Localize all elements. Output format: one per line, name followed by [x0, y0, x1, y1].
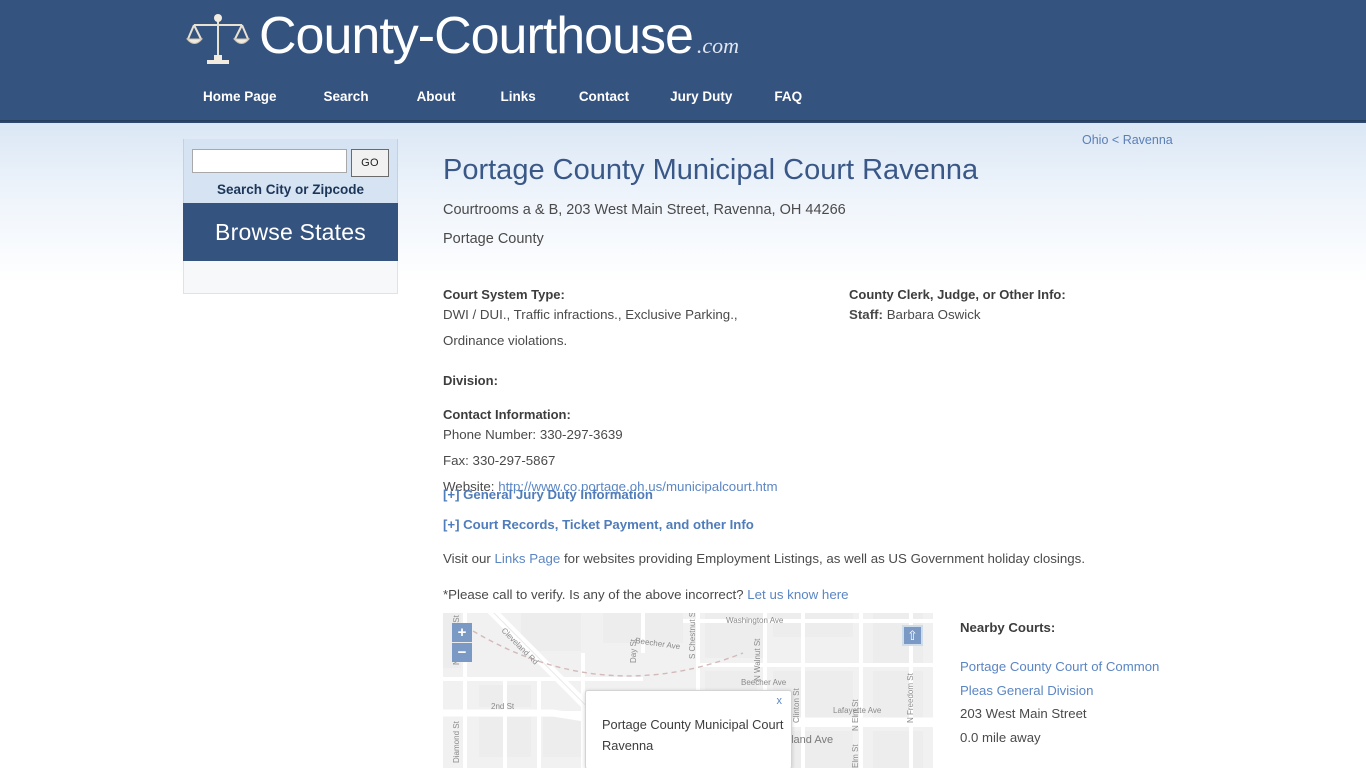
- verify-note: *Please call to verify. Is any of the ab…: [443, 587, 849, 602]
- court-county: Portage County: [443, 231, 544, 247]
- breadcrumb-state[interactable]: Ohio: [1082, 133, 1108, 147]
- map-zoom-in-button[interactable]: +: [452, 623, 472, 643]
- svg-text:Day St: Day St: [629, 638, 638, 663]
- nav-item-about[interactable]: About: [417, 89, 456, 104]
- let-us-know-here-link[interactable]: Let us know here: [747, 587, 848, 602]
- location-map[interactable]: N Diamond St Diamond St Cleveland Rd 2nd…: [443, 613, 933, 768]
- phone-number: Phone Number: 330-297-3639: [443, 427, 623, 442]
- court-system-type-label: Court System Type:: [443, 287, 565, 302]
- staff-row: Staff: Barbara Oswick: [849, 305, 1179, 325]
- clerk-judge-label: County Clerk, Judge, or Other Info:: [849, 287, 1066, 302]
- svg-text:Elm St: Elm St: [851, 744, 860, 768]
- court-details-left: Court System Type: DWI / DUI., Traffic i…: [443, 285, 843, 497]
- nearby-court-link-line-1[interactable]: Portage County Court of Common: [960, 655, 1220, 679]
- visit-suffix: for websites providing Employment Listin…: [560, 551, 1086, 566]
- main-navigation: Home Page Search About Links Contact Jury Dut…: [203, 88, 802, 118]
- nav-item-home-page[interactable]: Home Page: [203, 89, 277, 104]
- popup-line-2: Ravenna: [602, 738, 654, 753]
- search-row: GO: [192, 149, 389, 177]
- breadcrumb: Ohio < Ravenna: [1082, 133, 1173, 147]
- nearby-court-link-clipped[interactable]: Portage County Juvenile Court: [960, 769, 1220, 775]
- nearby-court-item: Portage County Court of Common Pleas Gen…: [960, 655, 1220, 749]
- sidebar: GO Search City or Zipcode Browse States: [183, 139, 398, 294]
- map-zoom-out-button[interactable]: −: [452, 643, 472, 662]
- sidebar-empty-panel: [183, 261, 398, 294]
- brand-suffix: .com: [696, 33, 740, 58]
- links-page-link[interactable]: Links Page: [495, 551, 561, 566]
- scales-of-justice-icon: [185, 12, 251, 70]
- breadcrumb-separator: <: [1111, 133, 1120, 147]
- popup-close-icon[interactable]: x: [777, 695, 783, 707]
- nearby-court-address: 203 West Main Street: [960, 706, 1087, 721]
- expander-court-records-ticket-payment[interactable]: [+] Court Records, Ticket Payment, and o…: [443, 517, 754, 532]
- court-system-type-line-1: DWI / DUI., Traffic infractions., Exclus…: [443, 307, 738, 322]
- division-label: Division:: [443, 373, 498, 388]
- svg-text:Washington Ave: Washington Ave: [726, 616, 784, 625]
- site-logo[interactable]: County-Courthouse .com: [185, 6, 739, 76]
- popup-line-1: Portage County Municipal Court: [602, 717, 784, 732]
- browse-states-button[interactable]: Browse States: [183, 203, 398, 261]
- nav-item-jury-duty[interactable]: Jury Duty: [670, 89, 732, 104]
- court-address: Courtrooms a & B, 203 West Main Street, …: [443, 202, 846, 218]
- visit-prefix: Visit our: [443, 551, 495, 566]
- nearby-courts-title: Nearby Courts:: [960, 620, 1056, 635]
- svg-text:Clinton St: Clinton St: [792, 688, 801, 723]
- brand-name: County-Courthouse: [259, 7, 694, 65]
- nearby-courts-panel: Nearby Courts: Portage County Court of C…: [960, 620, 1220, 775]
- page-title: Portage County Municipal Court Ravenna: [443, 154, 979, 186]
- map-info-popup: x Portage County Municipal Court Ravenna: [585, 690, 792, 768]
- header-inner: County-Courthouse .com Home Page Search Abo…: [185, 0, 1185, 123]
- breadcrumb-city[interactable]: Ravenna: [1123, 133, 1173, 147]
- svg-text:S Chestnut St: S Chestnut St: [688, 613, 697, 659]
- court-system-type-line-2: Ordinance violations.: [443, 333, 568, 348]
- svg-text:Diamond St: Diamond St: [452, 720, 461, 763]
- map-zoom-controls: + −: [452, 623, 472, 663]
- svg-text:Lafayette Ave: Lafayette Ave: [833, 706, 882, 715]
- nav-item-links[interactable]: Links: [501, 89, 536, 104]
- search-input[interactable]: [192, 149, 347, 173]
- links-page-note: Visit our Links Page for websites provid…: [443, 551, 1085, 566]
- map-pan-up-arrow-icon[interactable]: ⇧: [902, 625, 923, 646]
- nearby-court-link-line-2[interactable]: Pleas General Division: [960, 679, 1220, 703]
- staff-label: Staff:: [849, 307, 883, 322]
- nearby-court-distance: 0.0 mile away: [960, 729, 1041, 745]
- svg-text:Beecher Ave: Beecher Ave: [741, 678, 787, 687]
- svg-text:N Walnut St: N Walnut St: [753, 638, 762, 681]
- nav-item-contact[interactable]: Contact: [579, 89, 629, 104]
- site-header: County-Courthouse .com Home Page Search Abo…: [0, 0, 1366, 124]
- staff-name: Barbara Oswick: [886, 307, 981, 322]
- expander-general-jury-duty-information[interactable]: [+] General Jury Duty Information: [443, 487, 653, 502]
- verify-prefix: *Please call to verify. Is any of the ab…: [443, 587, 748, 602]
- svg-text:hland Ave: hland Ave: [785, 734, 833, 746]
- nav-item-faq[interactable]: FAQ: [774, 89, 802, 104]
- svg-text:N Freedom St: N Freedom St: [906, 672, 915, 723]
- brand-title: County-Courthouse .com: [259, 10, 739, 72]
- search-caption: Search City or Zipcode: [216, 182, 365, 197]
- go-button[interactable]: GO: [351, 149, 389, 177]
- nav-item-search[interactable]: Search: [324, 89, 369, 104]
- court-details-right: County Clerk, Judge, or Other Info: Staf…: [849, 285, 1179, 325]
- nearby-court-item-clipped: Portage County Juvenile Court: [960, 769, 1220, 775]
- fax-number: Fax: 330-297-5867: [443, 453, 556, 468]
- search-panel: GO Search City or Zipcode: [183, 139, 398, 203]
- svg-text:2nd St: 2nd St: [491, 702, 515, 711]
- contact-information-label: Contact Information:: [443, 407, 571, 422]
